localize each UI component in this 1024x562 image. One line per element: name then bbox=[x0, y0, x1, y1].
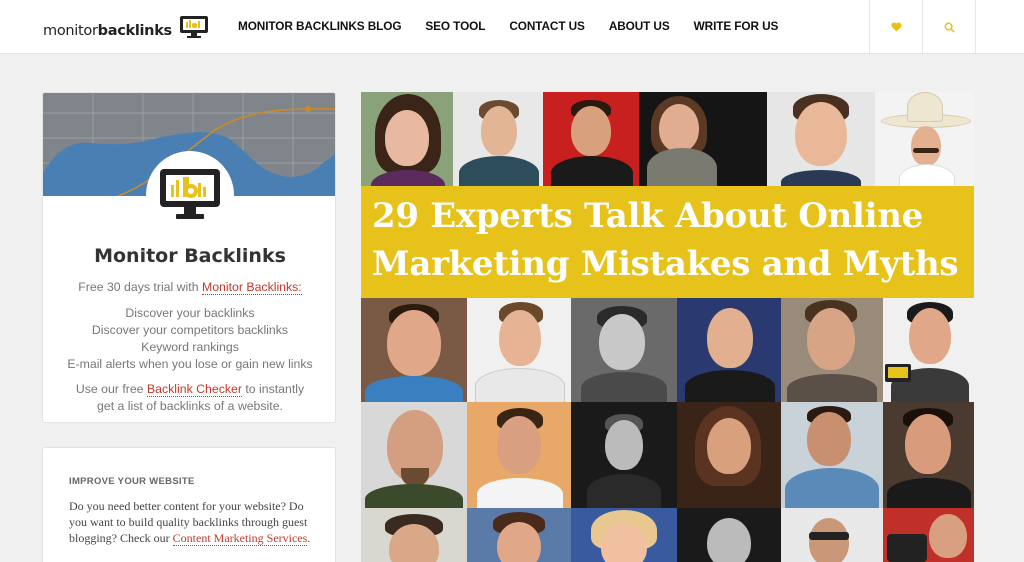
expert-photo bbox=[361, 402, 467, 508]
feature-item: Discover your competitors backlinks bbox=[91, 323, 289, 337]
expert-photo bbox=[781, 402, 883, 508]
profile-card: Monitor Backlinks Free 30 days trial wit… bbox=[42, 92, 336, 423]
expert-photo bbox=[571, 402, 677, 508]
nav-about-us[interactable]: ABOUT US bbox=[609, 19, 670, 33]
expert-photo bbox=[639, 92, 767, 186]
backlink-checker-link[interactable]: Backlink Checker bbox=[146, 382, 242, 397]
expert-photo bbox=[361, 508, 467, 562]
expert-photo bbox=[883, 402, 974, 508]
site-logo[interactable]: monitorbacklinks bbox=[43, 10, 210, 44]
expert-photo bbox=[453, 92, 543, 186]
profile-title: Monitor Backlinks bbox=[94, 245, 286, 267]
expert-photo bbox=[677, 298, 781, 402]
monitor-logo-icon bbox=[160, 169, 220, 219]
nav-contact-us[interactable]: CONTACT US bbox=[509, 19, 585, 33]
article-featured-image[interactable]: 29 Experts Talk About Online Marketing M… bbox=[361, 92, 974, 562]
header-extra-button[interactable] bbox=[975, 0, 1024, 54]
expert-photo bbox=[883, 298, 974, 402]
expert-photo bbox=[467, 298, 571, 402]
feature-item: Keyword rankings bbox=[141, 340, 239, 354]
expert-photo bbox=[543, 92, 639, 186]
image-title-band: 29 Experts Talk About Online Marketing M… bbox=[361, 186, 974, 298]
profile-avatar bbox=[146, 151, 234, 239]
trial-text: Free 30 days trial with Monitor Backlink… bbox=[78, 280, 302, 295]
site-header: monitorbacklinks MONITOR BACKLINKS BLOG … bbox=[0, 0, 1024, 54]
content-marketing-link[interactable]: Content Marketing Services bbox=[172, 531, 308, 546]
expert-photo bbox=[467, 508, 571, 562]
feature-item: E-mail alerts when you lose or gain new … bbox=[67, 357, 313, 371]
logo-text: monitorbacklinks bbox=[43, 23, 172, 39]
image-title-line2: Marketing Mistakes and Myths bbox=[372, 244, 959, 284]
cta-text: Use our free Backlink Checker to instant… bbox=[75, 382, 305, 397]
expert-photo bbox=[781, 298, 883, 402]
nav-blog[interactable]: MONITOR BACKLINKS BLOG bbox=[238, 19, 401, 33]
expert-photo bbox=[875, 92, 974, 186]
expert-photo bbox=[781, 508, 883, 562]
expert-photo bbox=[677, 508, 781, 562]
improve-website-card: IMPROVE YOUR WEBSITE Do you need better … bbox=[42, 447, 336, 562]
expert-photo bbox=[767, 92, 875, 186]
monitor-backlinks-link[interactable]: Monitor Backlinks: bbox=[201, 280, 302, 295]
search-button[interactable] bbox=[922, 0, 976, 54]
improve-text: Do you need better content for your webs… bbox=[69, 499, 311, 546]
main-nav: MONITOR BACKLINKS BLOG SEO TOOL CONTACT … bbox=[238, 19, 802, 33]
heart-icon bbox=[891, 22, 902, 32]
improve-label: IMPROVE YOUR WEBSITE bbox=[69, 476, 195, 487]
expert-photo bbox=[361, 92, 453, 186]
expert-photo bbox=[571, 298, 677, 402]
nav-seo-tool[interactable]: SEO TOOL bbox=[425, 19, 485, 33]
expert-photo bbox=[883, 508, 974, 562]
image-title-line1: 29 Experts Talk About Online bbox=[372, 196, 923, 236]
favorites-button[interactable] bbox=[869, 0, 923, 54]
expert-photo bbox=[467, 402, 571, 508]
expert-photo bbox=[361, 298, 467, 402]
cta-text-line2: get a list of backlinks of a website. bbox=[97, 399, 283, 413]
feature-item: Discover your backlinks bbox=[125, 306, 255, 320]
search-icon bbox=[944, 22, 955, 33]
nav-write-for-us[interactable]: WRITE FOR US bbox=[694, 19, 779, 33]
expert-photo bbox=[571, 508, 677, 562]
monitor-logo-icon bbox=[179, 16, 208, 38]
expert-photo bbox=[677, 402, 781, 508]
